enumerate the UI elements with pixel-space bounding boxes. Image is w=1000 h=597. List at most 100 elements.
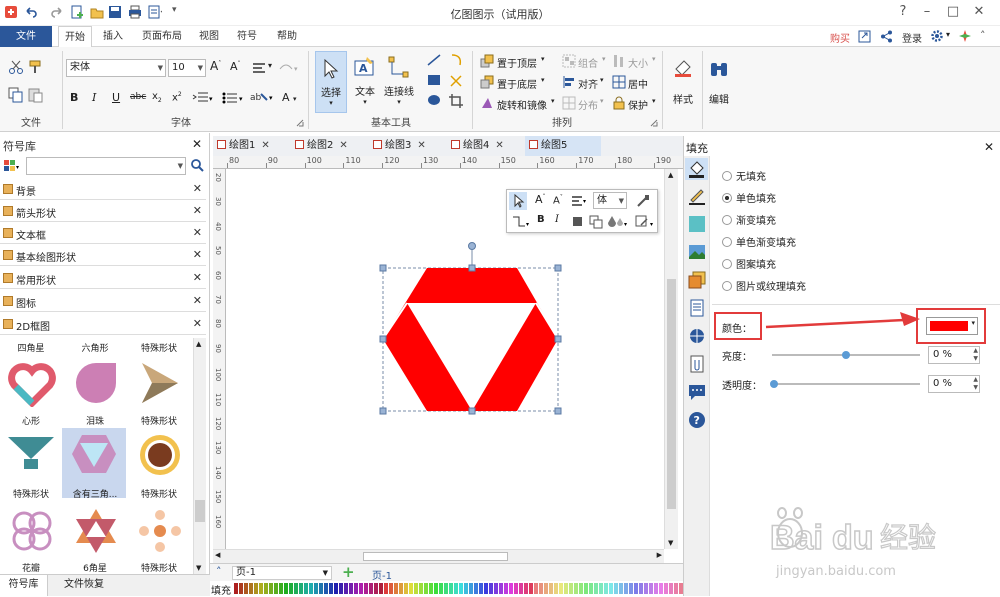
color-swatch[interactable] <box>409 583 413 594</box>
scroll-right-icon[interactable]: ▶ <box>657 551 662 559</box>
color-swatch[interactable] <box>529 583 533 594</box>
color-swatch[interactable] <box>379 583 383 594</box>
image-icon[interactable] <box>687 242 707 262</box>
color-swatch[interactable] <box>404 583 408 594</box>
rotate-mirror-icon[interactable] <box>480 96 494 110</box>
tab-help[interactable]: 帮助 <box>268 26 306 47</box>
category-basic-shapes[interactable]: 基本绘图形状 ✕ <box>0 245 206 266</box>
color-swatch[interactable] <box>624 583 628 594</box>
selected-shape[interactable] <box>376 239 566 419</box>
color-swatch[interactable] <box>564 583 568 594</box>
color-swatch[interactable] <box>539 583 543 594</box>
color-swatch[interactable] <box>644 583 648 594</box>
color-swatch[interactable] <box>279 583 283 594</box>
petal-shape-icon[interactable] <box>8 507 56 555</box>
comment-icon[interactable] <box>687 382 707 402</box>
cut-icon[interactable] <box>8 59 24 75</box>
category-icons[interactable]: 图标 ✕ <box>0 291 206 312</box>
doc-tab-2[interactable]: 绘图2 ✕ <box>295 136 348 156</box>
doc-tab-4[interactable]: 绘图4 ✕ <box>451 136 504 156</box>
color-swatch[interactable] <box>309 583 313 594</box>
color-swatch[interactable] <box>464 583 468 594</box>
bold-icon[interactable]: B <box>70 91 78 104</box>
tab-symbol[interactable]: 符号 <box>230 26 264 47</box>
connector-style-icon[interactable]: ▾ <box>511 214 531 230</box>
doc-tab-3[interactable]: 绘图3 ✕ <box>373 136 426 156</box>
chevron-down-icon[interactable]: ▾ <box>652 97 656 105</box>
tab-view[interactable]: 视图 <box>192 26 226 47</box>
color-swatch[interactable] <box>454 583 458 594</box>
color-swatch[interactable] <box>339 583 343 594</box>
library-search-input[interactable]: ▼ <box>26 157 186 175</box>
chevron-down-icon[interactable]: ▾ <box>600 97 604 105</box>
color-swatch[interactable] <box>389 583 393 594</box>
hyperlink-globe-icon[interactable] <box>687 326 707 346</box>
drawing-canvas[interactable]: A˄ A˅ ▾ 体 ▼ ▾ B I ▾ ▾ <box>226 169 664 549</box>
color-swatch[interactable] <box>479 583 483 594</box>
close-icon[interactable]: ✕ <box>193 294 202 307</box>
color-swatch[interactable] <box>509 583 513 594</box>
search-icon[interactable] <box>190 158 204 172</box>
distribute-label[interactable]: 分布 <box>578 97 598 112</box>
color-swatch[interactable] <box>344 583 348 594</box>
color-swatch[interactable] <box>559 583 563 594</box>
copy-icon[interactable] <box>8 87 24 103</box>
edit-shape-icon[interactable]: ▾ <box>635 215 657 229</box>
tab-home[interactable]: 开始 <box>58 26 92 47</box>
brightness-slider-knob[interactable] <box>842 351 850 359</box>
text-align-icon[interactable]: ▾ <box>571 195 587 207</box>
close-tab-icon[interactable]: ✕ <box>339 140 347 151</box>
font-size-select[interactable]: 10 ▼ <box>168 59 206 77</box>
fill-option-gradient[interactable]: 渐变填充 <box>722 214 776 230</box>
color-swatch[interactable] <box>394 583 398 594</box>
rectangle-tool-icon[interactable] <box>426 73 442 87</box>
chevron-down-icon[interactable]: ▾ <box>541 76 545 84</box>
color-swatch[interactable] <box>524 583 528 594</box>
chevron-down-icon[interactable]: ▾ <box>602 55 606 63</box>
chevron-down-icon[interactable]: ▾ <box>600 76 604 84</box>
transparency-slider-track[interactable] <box>772 383 920 385</box>
color-swatch[interactable] <box>514 583 518 594</box>
color-swatch[interactable] <box>574 583 578 594</box>
page-collapse-icon[interactable]: ˄ <box>216 565 222 578</box>
color-swatch[interactable] <box>264 583 268 594</box>
page-tab-1[interactable]: 页-1 <box>372 567 392 582</box>
transparency-slider-knob[interactable] <box>770 380 778 388</box>
italic-icon[interactable]: I <box>92 91 96 104</box>
color-swatch[interactable] <box>419 583 423 594</box>
doc-tab-5-active[interactable]: 绘图5 <box>525 136 601 156</box>
color-swatch[interactable] <box>374 583 378 594</box>
color-swatch[interactable] <box>239 583 243 594</box>
scroll-down-icon[interactable]: ▼ <box>668 539 673 547</box>
close-tab-icon[interactable]: ✕ <box>261 140 269 151</box>
teardrop-shape-icon[interactable] <box>72 359 120 407</box>
settings-dropdown-icon[interactable]: ▾ <box>946 30 950 39</box>
page-properties-icon[interactable] <box>687 298 707 318</box>
floating-font-select[interactable]: 体 ▼ <box>593 192 627 209</box>
line-style-icon[interactable] <box>687 186 707 206</box>
text-highlight-icon[interactable]: ab ▾ <box>250 90 278 104</box>
color-swatch[interactable] <box>549 583 553 594</box>
ribbon-collapse-icon[interactable]: ˄ <box>980 29 986 42</box>
scroll-up-icon[interactable]: ▲ <box>196 340 201 348</box>
close-icon[interactable]: ✕ <box>193 248 202 261</box>
color-swatch[interactable] <box>459 583 463 594</box>
color-swatch[interactable] <box>289 583 293 594</box>
color-swatch[interactable] <box>259 583 263 594</box>
color-swatch[interactable] <box>334 583 338 594</box>
edit-button[interactable]: 编辑 <box>704 51 734 113</box>
floating-select-button[interactable] <box>509 192 527 210</box>
color-swatch[interactable] <box>579 583 583 594</box>
color-swatches[interactable] <box>234 583 684 594</box>
color-swatch[interactable] <box>284 583 288 594</box>
chevron-down-icon[interactable]: ▾ <box>541 55 545 63</box>
text-tool-button[interactable]: A 文本 ▾ <box>350 51 380 113</box>
color-swatch[interactable] <box>444 583 448 594</box>
color-swatch[interactable] <box>274 583 278 594</box>
color-swatch[interactable] <box>584 583 588 594</box>
lock-icon[interactable] <box>612 96 626 110</box>
category-text-box[interactable]: 文本框 ✕ <box>0 223 206 244</box>
close-window-button[interactable]: ✕ <box>968 3 990 21</box>
special-shape-coffee-icon[interactable] <box>136 431 184 477</box>
close-panel-icon[interactable]: ✕ <box>192 137 202 151</box>
